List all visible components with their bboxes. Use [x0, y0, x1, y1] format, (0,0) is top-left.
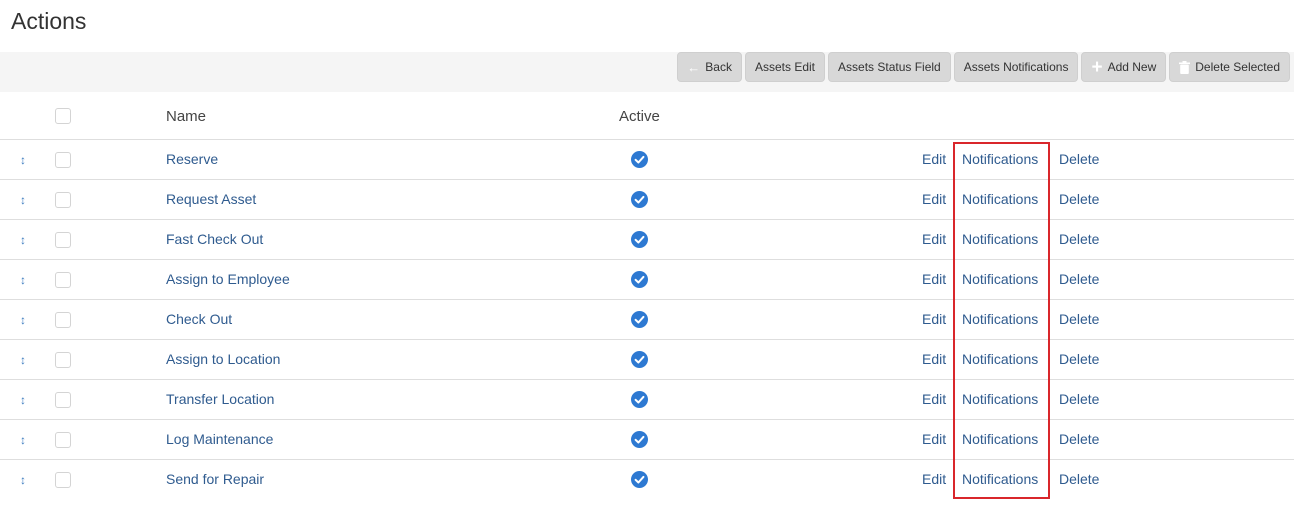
delete-link[interactable]: Delete [1059, 431, 1099, 447]
delete-link[interactable]: Delete [1059, 351, 1099, 367]
drag-handle-icon[interactable]: ↕ [17, 392, 29, 408]
assets-edit-button-label: Assets Edit [754, 60, 816, 74]
notifications-link[interactable]: Notifications [962, 231, 1038, 247]
row-checkbox[interactable] [55, 152, 71, 168]
row-checkbox[interactable] [55, 432, 71, 448]
row-checkbox[interactable] [55, 312, 71, 328]
arrow-left-icon: ← [687, 59, 701, 75]
back-button-label: Back [705, 60, 732, 74]
active-check-icon [631, 351, 648, 368]
row-checkbox[interactable] [55, 472, 71, 488]
delete-selected-button-label: Delete Selected [1195, 60, 1280, 74]
drag-handle-icon[interactable]: ↕ [17, 152, 29, 168]
select-all-checkbox[interactable] [55, 108, 71, 124]
action-name-link[interactable]: Log Maintenance [166, 431, 273, 447]
drag-handle-icon[interactable]: ↕ [17, 432, 29, 448]
delete-link[interactable]: Delete [1059, 271, 1099, 287]
toolbar-buttons: ← Back Assets Edit Assets Status Field A… [677, 52, 1290, 82]
action-name-link[interactable]: Send for Repair [166, 471, 264, 487]
assets-status-field-button-label: Assets Status Field [838, 60, 941, 74]
column-header-name[interactable]: Name [166, 108, 206, 125]
edit-link[interactable]: Edit [922, 311, 946, 327]
notifications-link[interactable]: Notifications [962, 311, 1038, 327]
action-name-link[interactable]: Fast Check Out [166, 231, 263, 247]
delete-selected-button[interactable]: Delete Selected [1169, 52, 1290, 82]
delete-link[interactable]: Delete [1059, 471, 1099, 487]
actions-table: Name Active ↕ Reserve Edit Notifications… [0, 96, 1294, 500]
drag-handle-icon[interactable]: ↕ [17, 352, 29, 368]
assets-notifications-button-label: Assets Notifications [963, 60, 1069, 74]
active-check-icon [631, 391, 648, 408]
action-name-link[interactable]: Request Asset [166, 191, 256, 207]
notifications-link[interactable]: Notifications [962, 151, 1038, 167]
action-name-link[interactable]: Transfer Location [166, 391, 274, 407]
drag-handle-icon[interactable]: ↕ [17, 232, 29, 248]
drag-handle-icon[interactable]: ↕ [17, 192, 29, 208]
row-checkbox[interactable] [55, 192, 71, 208]
assets-notifications-button[interactable]: Assets Notifications [953, 52, 1079, 82]
edit-link[interactable]: Edit [922, 151, 946, 167]
table-row: ↕ Assign to Employee Edit Notifications … [0, 260, 1294, 300]
add-new-button[interactable]: + Add New [1081, 52, 1167, 82]
drag-handle-icon[interactable]: ↕ [17, 472, 29, 488]
action-name-link[interactable]: Assign to Employee [166, 271, 290, 287]
drag-handle-icon[interactable]: ↕ [17, 312, 29, 328]
active-check-icon [631, 151, 648, 168]
notifications-link[interactable]: Notifications [962, 271, 1038, 287]
delete-link[interactable]: Delete [1059, 191, 1099, 207]
drag-handle-icon[interactable]: ↕ [17, 272, 29, 288]
delete-link[interactable]: Delete [1059, 231, 1099, 247]
edit-link[interactable]: Edit [922, 191, 946, 207]
action-name-link[interactable]: Reserve [166, 151, 218, 167]
edit-link[interactable]: Edit [922, 351, 946, 367]
row-checkbox[interactable] [55, 272, 71, 288]
active-check-icon [631, 311, 648, 328]
active-check-icon [631, 471, 648, 488]
toolbar: ← Back Assets Edit Assets Status Field A… [0, 52, 1294, 92]
action-name-link[interactable]: Assign to Location [166, 351, 280, 367]
row-checkbox[interactable] [55, 392, 71, 408]
assets-edit-button[interactable]: Assets Edit [744, 52, 826, 82]
edit-link[interactable]: Edit [922, 271, 946, 287]
active-check-icon [631, 271, 648, 288]
assets-status-field-button[interactable]: Assets Status Field [828, 52, 951, 82]
delete-link[interactable]: Delete [1059, 311, 1099, 327]
notifications-link[interactable]: Notifications [962, 391, 1038, 407]
edit-link[interactable]: Edit [922, 431, 946, 447]
delete-link[interactable]: Delete [1059, 391, 1099, 407]
table-row: ↕ Check Out Edit Notifications Delete [0, 300, 1294, 340]
notifications-link[interactable]: Notifications [962, 471, 1038, 487]
table-row: ↕ Request Asset Edit Notifications Delet… [0, 180, 1294, 220]
table-header: Name Active [0, 96, 1294, 140]
column-header-active[interactable]: Active [619, 108, 660, 125]
action-name-link[interactable]: Check Out [166, 311, 232, 327]
edit-link[interactable]: Edit [922, 391, 946, 407]
notifications-link[interactable]: Notifications [962, 191, 1038, 207]
active-check-icon [631, 431, 648, 448]
table-row: ↕ Log Maintenance Edit Notifications Del… [0, 420, 1294, 460]
table-body: ↕ Reserve Edit Notifications Delete ↕ Re… [0, 140, 1294, 500]
table-row: ↕ Reserve Edit Notifications Delete [0, 140, 1294, 180]
trash-icon [1179, 60, 1191, 74]
row-checkbox[interactable] [55, 352, 71, 368]
edit-link[interactable]: Edit [922, 471, 946, 487]
delete-link[interactable]: Delete [1059, 151, 1099, 167]
plus-icon: + [1091, 56, 1103, 78]
notifications-link[interactable]: Notifications [962, 431, 1038, 447]
notifications-link[interactable]: Notifications [962, 351, 1038, 367]
table-row: ↕ Send for Repair Edit Notifications Del… [0, 460, 1294, 500]
table-row: ↕ Transfer Location Edit Notifications D… [0, 380, 1294, 420]
table-row: ↕ Assign to Location Edit Notifications … [0, 340, 1294, 380]
active-check-icon [631, 191, 648, 208]
active-check-icon [631, 231, 648, 248]
add-new-button-label: Add New [1107, 60, 1157, 74]
row-checkbox[interactable] [55, 232, 71, 248]
edit-link[interactable]: Edit [922, 231, 946, 247]
back-button[interactable]: ← Back [677, 52, 742, 82]
table-row: ↕ Fast Check Out Edit Notifications Dele… [0, 220, 1294, 260]
page-title: Actions [11, 8, 87, 34]
